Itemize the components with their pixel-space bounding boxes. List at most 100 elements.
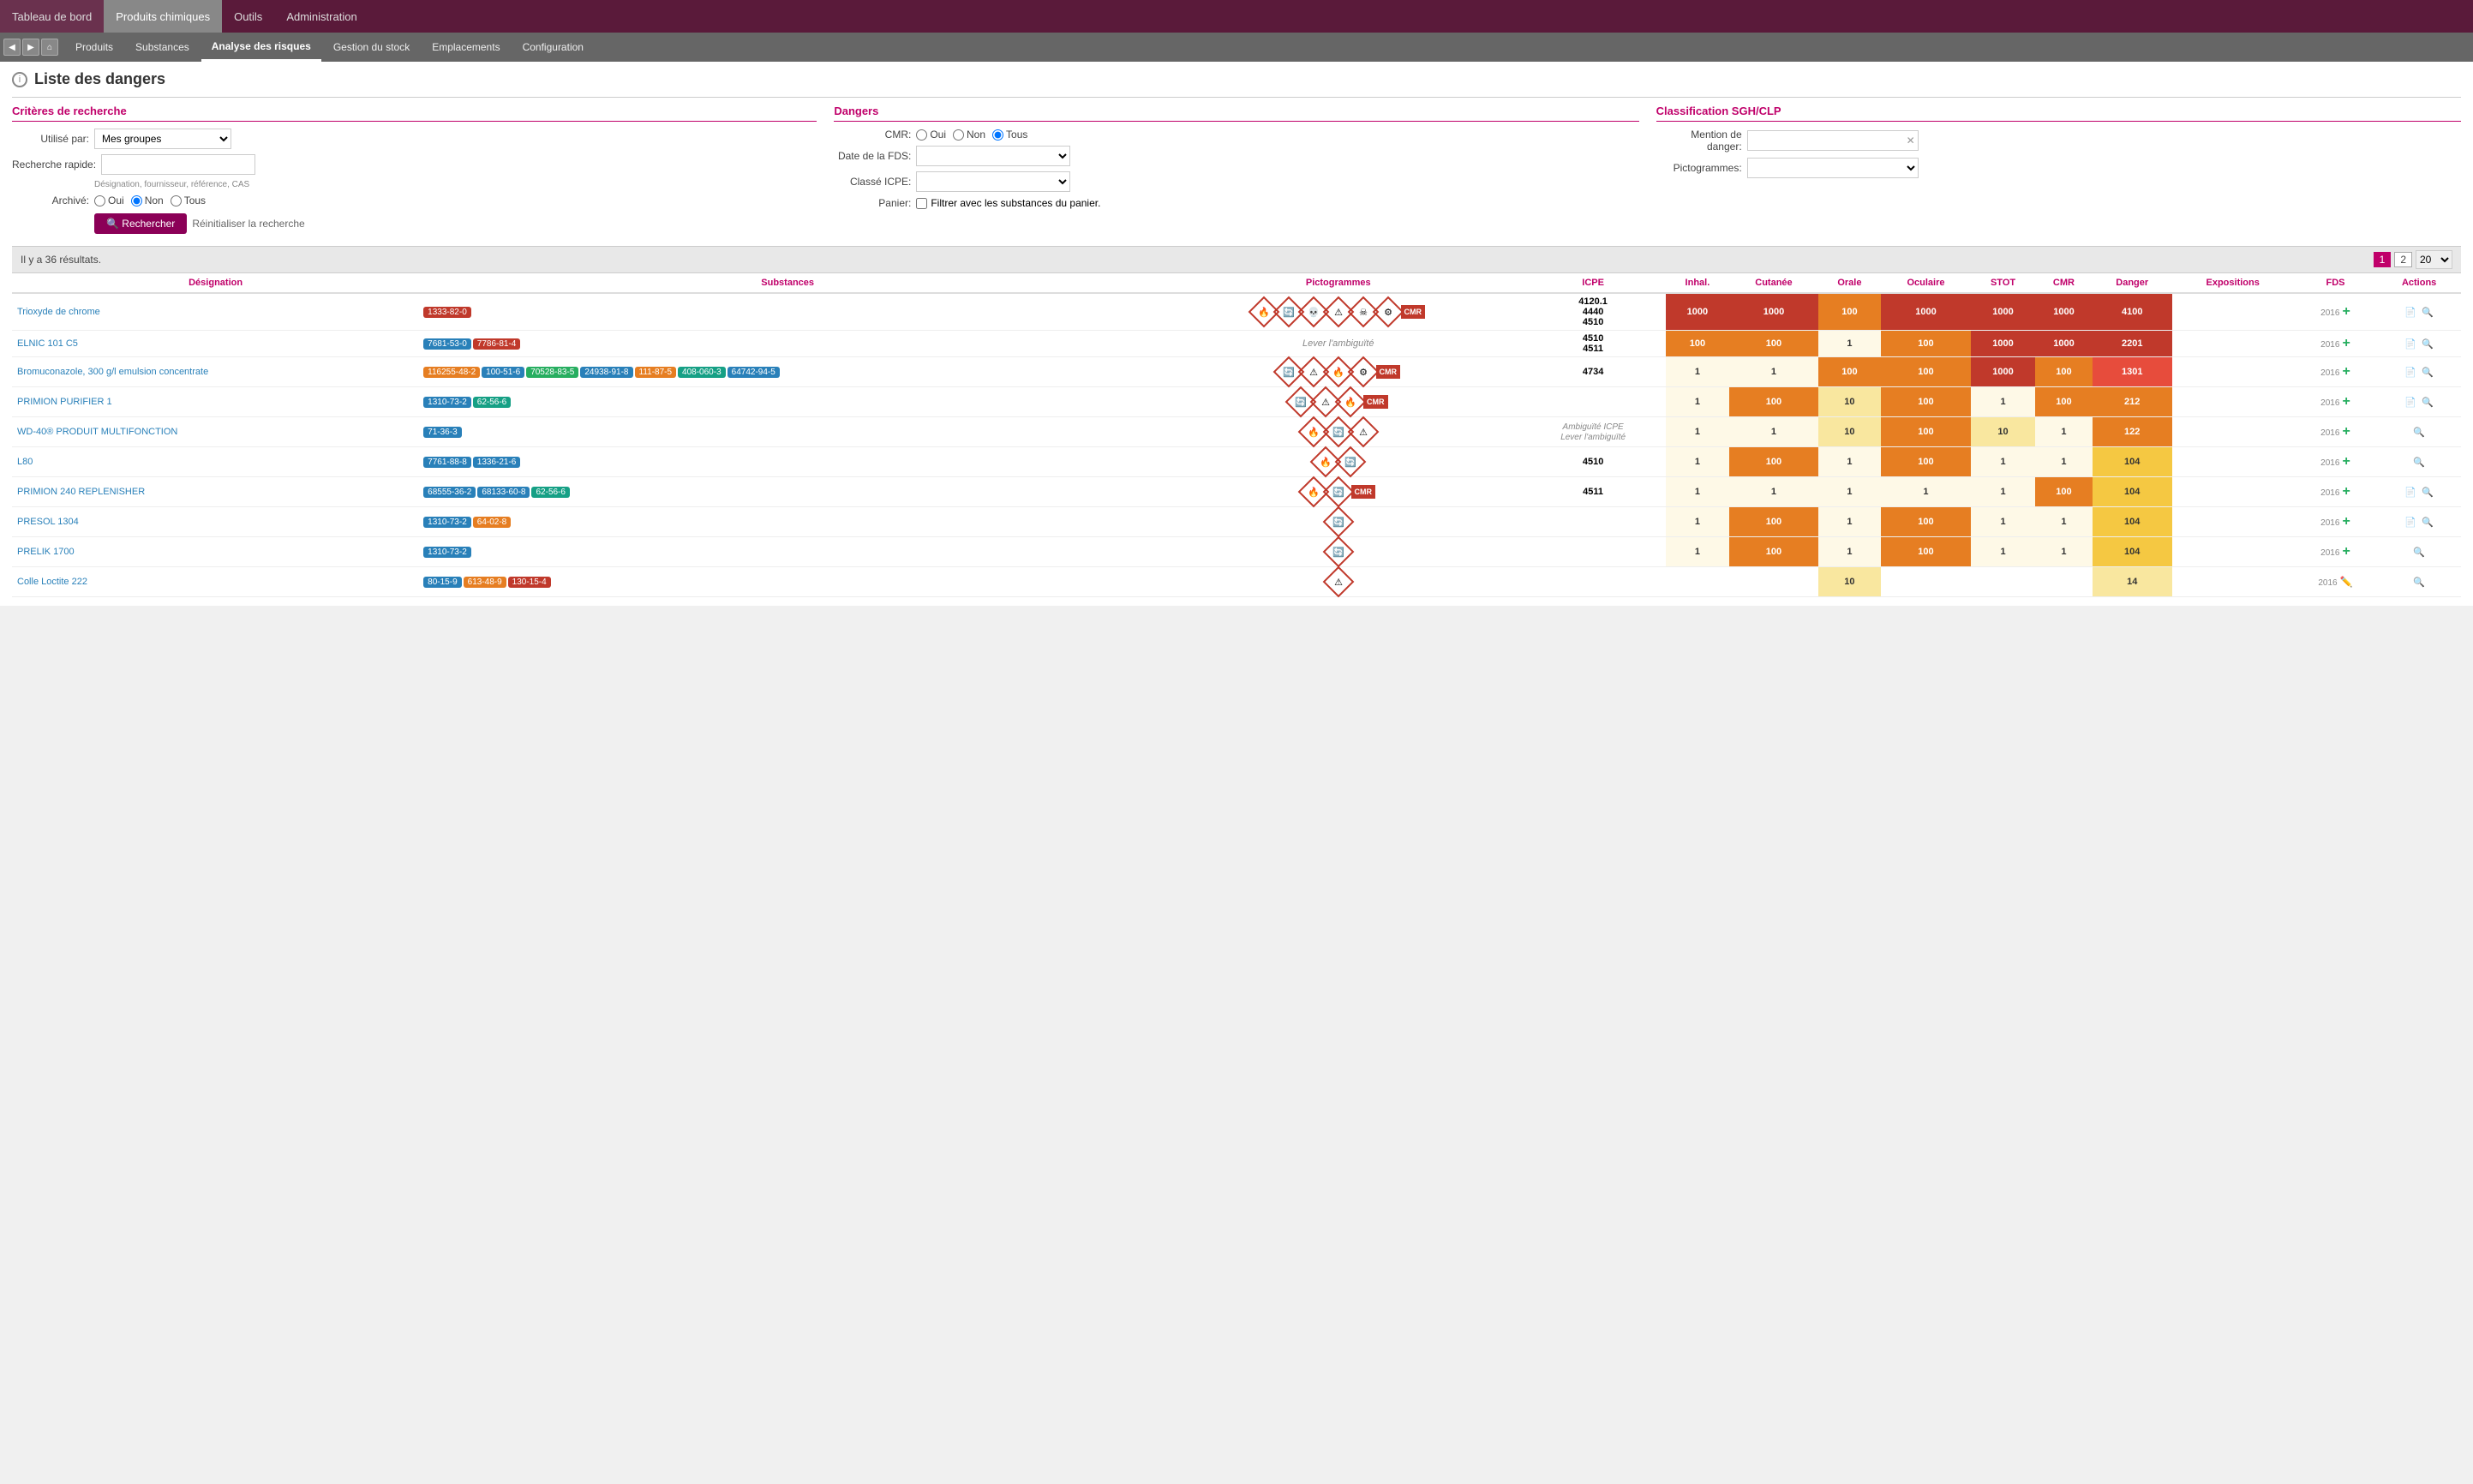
table-row: PRIMION 240 REPLENISHER68555-36-268133-6… — [12, 477, 2461, 507]
designation-text[interactable]: PRELIK 1700 — [17, 547, 75, 557]
search-action-icon[interactable]: 🔍 — [2413, 577, 2425, 588]
archive-non-radio[interactable] — [131, 195, 142, 206]
cmr-tous-label[interactable]: Tous — [992, 129, 1027, 141]
nav-configuration[interactable]: Configuration — [512, 33, 594, 62]
nav-home[interactable]: ⌂ — [41, 39, 58, 56]
add-button[interactable]: + — [2342, 394, 2350, 409]
col-substances[interactable]: Substances — [419, 273, 1156, 293]
add-button[interactable]: + — [2342, 424, 2350, 439]
archive-tous-label[interactable]: Tous — [171, 194, 206, 206]
search-action-icon[interactable]: 🔍 — [2422, 398, 2434, 408]
mention-danger-input[interactable] — [1747, 130, 1919, 151]
risk-cell: 10 — [1818, 567, 1881, 597]
nav-outils[interactable]: Outils — [222, 0, 274, 33]
edit-icon[interactable]: ✏️ — [2340, 576, 2353, 588]
nav-produits[interactable]: Produits — [65, 33, 123, 62]
nav-produits-chimiques[interactable]: Produits chimiques — [104, 0, 222, 33]
risk-cell — [1971, 567, 2035, 597]
col-actions[interactable]: Actions — [2377, 273, 2461, 293]
utilise-par-select[interactable]: Mes groupes Tous — [94, 129, 231, 149]
designation-text[interactable]: PRIMION PURIFIER 1 — [17, 397, 112, 407]
search-action-icon[interactable]: 🔍 — [2413, 458, 2425, 468]
add-button[interactable]: + — [2342, 304, 2350, 319]
nav-administration[interactable]: Administration — [274, 0, 368, 33]
col-danger[interactable]: Danger — [2093, 273, 2172, 293]
designation-text[interactable]: WD-40® PRODUIT MULTIFONCTION — [17, 427, 177, 437]
search-button[interactable]: 🔍 Rechercher — [94, 213, 187, 234]
col-pictogrammes[interactable]: Pictogrammes — [1156, 273, 1520, 293]
search-action-icon[interactable]: 🔍 — [2422, 339, 2434, 350]
col-cmr[interactable]: CMR — [2035, 273, 2093, 293]
pdf-icon[interactable]: 📄 — [2404, 339, 2416, 350]
search-action-icon[interactable]: 🔍 — [2413, 428, 2425, 438]
pictogrammes-select[interactable] — [1747, 158, 1919, 178]
add-button[interactable]: + — [2342, 514, 2350, 529]
risk-cell: 1 — [1666, 387, 1729, 417]
nav-gestion-du-stock[interactable]: Gestion du stock — [323, 33, 420, 62]
archive-oui-label[interactable]: Oui — [94, 194, 124, 206]
cmr-oui-radio[interactable] — [916, 129, 927, 141]
col-stot[interactable]: STOT — [1971, 273, 2035, 293]
add-button[interactable]: + — [2342, 544, 2350, 559]
page-2-btn[interactable]: 2 — [2394, 252, 2412, 267]
search-action-icon[interactable]: 🔍 — [2422, 308, 2434, 318]
panier-checkbox[interactable] — [916, 198, 927, 209]
nav-tableau-de-bord[interactable]: Tableau de bord — [0, 0, 104, 33]
pdf-icon[interactable]: 📄 — [2404, 518, 2416, 528]
cmr-non-radio[interactable] — [953, 129, 964, 141]
nav-back[interactable]: ◀ — [3, 39, 21, 56]
add-button[interactable]: + — [2342, 364, 2350, 379]
designation-text[interactable]: L80 — [17, 457, 33, 467]
pdf-icon[interactable]: 📄 — [2404, 308, 2416, 318]
col-expositions[interactable]: Expositions — [2172, 273, 2294, 293]
pdf-icon[interactable]: 📄 — [2404, 488, 2416, 498]
nav-substances[interactable]: Substances — [125, 33, 200, 62]
recherche-rapide-input[interactable] — [101, 154, 255, 175]
nav-emplacements[interactable]: Emplacements — [422, 33, 510, 62]
col-cutanee[interactable]: Cutanée — [1729, 273, 1818, 293]
designation-text[interactable]: Trioxyde de chrome — [17, 307, 100, 317]
actions-cell: 📄🔍 — [2377, 477, 2461, 507]
archive-tous-radio[interactable] — [171, 195, 182, 206]
col-oculaire[interactable]: Oculaire — [1881, 273, 1971, 293]
pdf-icon[interactable]: 📄 — [2404, 368, 2416, 378]
cmr-oui-label[interactable]: Oui — [916, 129, 946, 141]
cmr-non-label[interactable]: Non — [953, 129, 985, 141]
risk-cell: 100 — [1881, 387, 1971, 417]
risk-cell: 100 — [1729, 537, 1818, 567]
designation-text[interactable]: PRESOL 1304 — [17, 517, 79, 527]
archive-non-label[interactable]: Non — [131, 194, 164, 206]
col-orale[interactable]: Orale — [1818, 273, 1881, 293]
per-page-select[interactable]: 20 50 100 — [2416, 250, 2452, 269]
pdf-icon[interactable]: 📄 — [2404, 398, 2416, 408]
search-action-icon[interactable]: 🔍 — [2422, 368, 2434, 378]
date-fds-select[interactable] — [916, 146, 1070, 166]
col-fds[interactable]: FDS — [2294, 273, 2378, 293]
page-1-btn[interactable]: 1 — [2374, 252, 2392, 267]
designation-text[interactable]: Colle Loctite 222 — [17, 577, 87, 587]
nav-analyse-des-risques[interactable]: Analyse des risques — [201, 33, 321, 62]
search-action-icon[interactable]: 🔍 — [2422, 488, 2434, 498]
col-icpe[interactable]: ICPE — [1520, 273, 1665, 293]
mention-danger-clear[interactable]: ✕ — [1907, 135, 1915, 147]
classe-icpe-select[interactable] — [916, 171, 1070, 192]
reset-link[interactable]: Réinitialiser la recherche — [192, 218, 304, 230]
col-designation[interactable]: Désignation — [12, 273, 419, 293]
panier-checkbox-label[interactable]: Filtrer avec les substances du panier. — [916, 197, 1100, 209]
cmr-row: CMR: Oui Non Tous — [834, 129, 1638, 141]
designation-text[interactable]: PRIMION 240 REPLENISHER — [17, 487, 145, 497]
col-inhal[interactable]: Inhal. — [1666, 273, 1729, 293]
archive-oui-radio[interactable] — [94, 195, 105, 206]
designation-text[interactable]: ELNIC 101 C5 — [17, 338, 78, 349]
risk-cell: 100 — [1729, 331, 1818, 357]
add-button[interactable]: + — [2342, 454, 2350, 469]
add-button[interactable]: + — [2342, 336, 2350, 350]
fds-year: 2016 — [2320, 340, 2339, 350]
add-button[interactable]: + — [2342, 484, 2350, 499]
risk-cell: 1 — [1666, 447, 1729, 477]
nav-forward[interactable]: ▶ — [22, 39, 39, 56]
cmr-tous-radio[interactable] — [992, 129, 1003, 141]
search-action-icon[interactable]: 🔍 — [2413, 548, 2425, 558]
search-action-icon[interactable]: 🔍 — [2422, 518, 2434, 528]
designation-text[interactable]: Bromuconazole, 300 g/l emulsion concentr… — [17, 367, 208, 377]
